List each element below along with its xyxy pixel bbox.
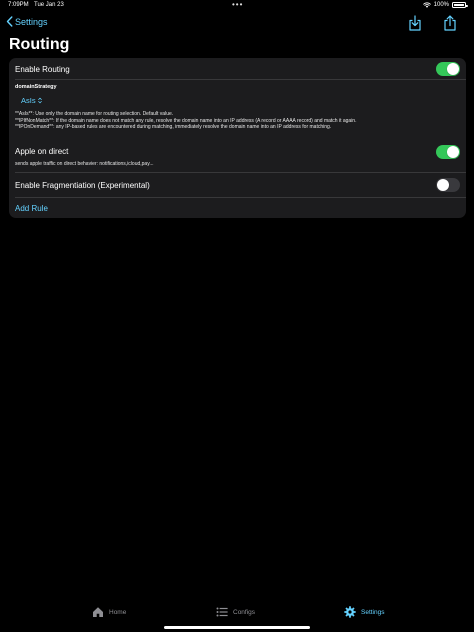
domain-strategy-label: domainStrategy [15, 84, 57, 90]
enable-routing-toggle[interactable] [436, 61, 460, 76]
tab-configs[interactable]: Configs [216, 606, 255, 618]
status-time: 7:09PM [8, 2, 29, 8]
add-rule-button[interactable]: Add Rule [15, 204, 48, 213]
gear-icon [344, 606, 356, 618]
divider [15, 79, 466, 80]
battery-percent: 100% [433, 2, 449, 8]
tab-bar: Home Configs Settings [0, 604, 474, 624]
routing-settings-card: Enable Routing domainStrategy AsIs **AsI… [9, 58, 466, 218]
enable-fragmentation-toggle[interactable] [436, 178, 460, 192]
chevron-left-icon [6, 16, 13, 27]
apple-on-direct-subtitle: sends apple traffic on direct behavier: … [15, 161, 154, 167]
status-indicators: 100% [422, 2, 468, 8]
enable-fragmentation-row: Enable Fragmentiation (Experimental) [9, 172, 466, 196]
apple-on-direct-label: Apple on direct [15, 147, 69, 156]
enable-fragmentation-label: Enable Fragmentiation (Experimental) [15, 181, 150, 190]
enable-routing-label: Enable Routing [15, 65, 70, 74]
chevron-up-down-icon [37, 97, 42, 104]
share-icon[interactable] [443, 15, 457, 31]
tab-home[interactable]: Home [92, 606, 126, 618]
tab-settings-label: Settings [361, 608, 385, 616]
apple-on-direct-toggle[interactable] [436, 145, 460, 159]
home-indicator[interactable] [164, 626, 310, 629]
domain-strategy-picker[interactable]: AsIs [21, 96, 42, 105]
house-icon [93, 607, 103, 617]
import-icon[interactable] [408, 15, 422, 31]
tab-configs-label: Configs [233, 608, 256, 616]
strategy-desc-ipondemand: **IPOnDemand**: any IP-based rules are e… [15, 124, 332, 130]
domain-strategy-value: AsIs [21, 96, 36, 105]
multitasking-dots-icon[interactable]: ••• [232, 0, 243, 9]
domain-strategy-description: **AsIs**: Use only the domain name for r… [15, 111, 460, 131]
battery-icon [452, 2, 468, 8]
back-button[interactable]: Settings [6, 16, 48, 27]
tab-home-label: Home [109, 608, 127, 616]
back-button-label: Settings [15, 16, 48, 27]
divider [15, 197, 466, 198]
wifi-icon [422, 2, 431, 8]
status-date: Tue Jan 23 [34, 2, 64, 8]
status-bar: 7:09PM Tue Jan 23 ••• 100% [0, 0, 474, 12]
list-icon [216, 607, 228, 617]
page-title: Routing [9, 36, 70, 53]
navigation-bar: Settings [0, 14, 474, 34]
enable-routing-row: Enable Routing [9, 58, 466, 79]
tab-settings[interactable]: Settings [344, 606, 385, 618]
apple-on-direct-row: Apple on direct [9, 142, 466, 172]
